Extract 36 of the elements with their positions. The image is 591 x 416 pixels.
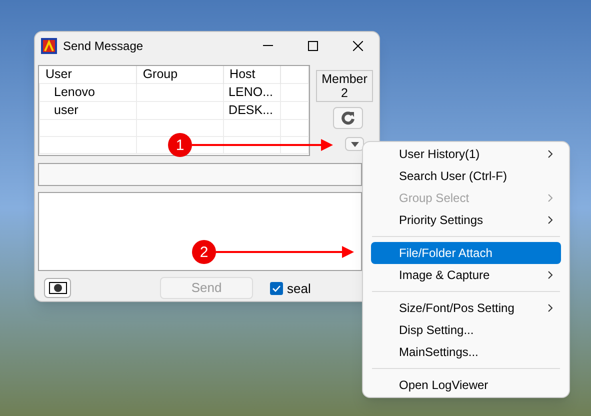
column-header[interactable]: Host	[230, 67, 256, 81]
refresh-button[interactable]	[333, 107, 363, 129]
message-box[interactable]	[38, 192, 362, 271]
refresh-icon	[341, 111, 355, 125]
menu-item[interactable]: Image & Capture	[371, 264, 561, 286]
annotation-number: 1	[176, 137, 184, 154]
input-field[interactable]	[38, 163, 362, 186]
table-cell: user	[54, 103, 78, 117]
menu-item[interactable]: MainSettings...	[371, 341, 561, 363]
annotation-number: 2	[200, 244, 208, 261]
table-cell: Lenovo	[54, 85, 96, 99]
annotation-marker	[192, 240, 216, 264]
checkbox[interactable]	[270, 282, 283, 296]
menu-item[interactable]: Disp Setting...	[371, 319, 561, 341]
camera-button[interactable]	[44, 278, 71, 298]
dropdown-button[interactable]	[345, 137, 364, 151]
menu-item[interactable]: Size/Font/Pos Setting	[371, 297, 561, 319]
member-count: Member 2	[316, 70, 373, 102]
menu-item[interactable]: User History(1)	[371, 143, 561, 165]
annotation-marker	[168, 133, 192, 157]
window-title: Send Message	[63, 38, 144, 54]
minimize-icon	[262, 45, 272, 46]
column-header[interactable]: User	[46, 67, 72, 81]
checkbox-label: seal	[287, 280, 311, 298]
menu-item[interactable]: Open LogViewer	[371, 374, 561, 396]
column-header[interactable]: Group	[142, 67, 178, 81]
maximize-icon	[308, 40, 318, 50]
caret-icon	[350, 142, 358, 146]
menu-item[interactable]: Priority Settings	[371, 209, 561, 231]
menu-item[interactable]: Search User (Ctrl-F)	[371, 165, 561, 187]
table-cell: LENO...	[228, 85, 274, 99]
close-icon	[352, 40, 362, 50]
table-cell: DESK...	[228, 103, 274, 117]
camera-icon	[48, 282, 66, 294]
menu-item[interactable]: File/Folder Attach	[371, 242, 561, 264]
app-icon	[41, 38, 57, 54]
